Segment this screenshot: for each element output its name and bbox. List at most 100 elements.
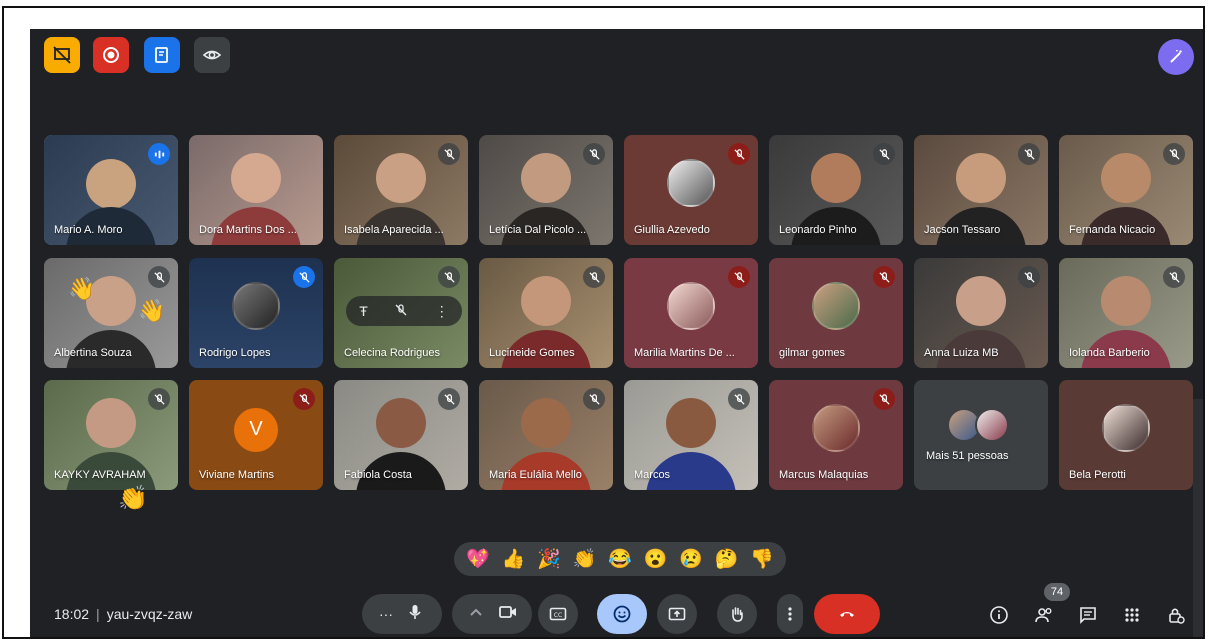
participant-tile[interactable]: Fernanda Nicacio xyxy=(1059,135,1193,245)
chat-icon[interactable] xyxy=(1077,604,1099,626)
reactions-bar: 💖 👍 🎉 👏 😂 😮 😢 🤔 👎 xyxy=(454,542,786,576)
participant-name: Viviane Martins xyxy=(199,469,274,481)
present-icon xyxy=(668,607,686,621)
captions-icon: CC xyxy=(549,607,567,621)
meeting-info: 18:02 | yau-zvqz-zaw xyxy=(54,606,193,622)
more-people-label: Mais 51 pessoas xyxy=(926,450,1009,462)
raised-hand-emoji: 👏 xyxy=(118,485,148,512)
participant-tile[interactable]: Anna Luiza MB xyxy=(914,258,1048,368)
participant-tile[interactable]: Mario A. Moro xyxy=(44,135,178,245)
eye-icon[interactable] xyxy=(194,37,230,73)
scrollbar[interactable] xyxy=(1193,399,1203,637)
people-count-badge: 74 xyxy=(1044,583,1070,601)
participant-tile[interactable]: Jacson Tessaro xyxy=(914,135,1048,245)
participant-name: Lucineide Gomes xyxy=(489,347,575,359)
chevron-up-icon[interactable] xyxy=(466,602,486,627)
participant-name: Leonardo Pinho xyxy=(779,224,857,236)
more-options-button[interactable] xyxy=(777,594,803,634)
participant-tile[interactable]: Ŧ ⋮ Celecina Rodrigues xyxy=(334,258,468,368)
participant-tile[interactable]: Giullia Azevedo xyxy=(624,135,758,245)
reaction-surprised[interactable]: 😮 xyxy=(644,550,668,569)
participant-tile[interactable]: Marcus Malaquias xyxy=(769,380,903,490)
reaction-clap[interactable]: 👏 xyxy=(573,550,597,569)
participant-tile[interactable]: Letícia Dal Picolo ... xyxy=(479,135,613,245)
participant-tile[interactable]: Iolanda Barberio xyxy=(1059,258,1193,368)
mic-off-icon xyxy=(293,266,315,288)
present-button[interactable] xyxy=(657,594,697,634)
people-icon[interactable] xyxy=(1033,604,1055,626)
mic-off-icon xyxy=(873,388,895,410)
leave-call-button[interactable] xyxy=(814,594,880,634)
avatar xyxy=(812,282,860,331)
participant-tile[interactable]: Rodrigo Lopes xyxy=(189,258,323,368)
meeting-time: 18:02 xyxy=(54,606,90,622)
participant-name: Giullia Azevedo xyxy=(634,224,710,236)
more-options-icon[interactable]: ⋮ xyxy=(435,303,449,320)
avatar-stack xyxy=(947,408,1009,442)
speaking-icon xyxy=(148,143,170,165)
mic-off-icon[interactable] xyxy=(394,303,408,320)
participant-tile[interactable]: Maria Eulália Mello xyxy=(479,380,613,490)
participant-tile[interactable]: Dora Martins Dos ... xyxy=(189,135,323,245)
reaction-thinking[interactable]: 🤔 xyxy=(715,550,739,569)
participant-name: Mario A. Moro xyxy=(54,224,123,236)
avatar xyxy=(232,282,280,331)
more-people-tile[interactable]: Mais 51 pessoas xyxy=(914,380,1048,490)
reaction-party[interactable]: 🎉 xyxy=(537,550,561,569)
participant-name: Iolanda Barberio xyxy=(1069,347,1150,359)
mic-off-icon xyxy=(1163,143,1185,165)
participant-tile[interactable]: V Viviane Martins xyxy=(189,380,323,490)
mic-off-icon xyxy=(728,143,750,165)
info-icon[interactable] xyxy=(988,604,1010,626)
mic-off-icon xyxy=(583,266,605,288)
mic-off-icon xyxy=(1163,266,1185,288)
participant-name: Fabiola Costa xyxy=(344,469,412,481)
mic-off-icon xyxy=(1018,266,1040,288)
avatar xyxy=(975,408,1009,442)
no-presentation-icon[interactable] xyxy=(44,37,80,73)
participant-tile[interactable]: gilmar gomes xyxy=(769,258,903,368)
reactions-button[interactable] xyxy=(597,594,647,634)
magic-wand-icon[interactable] xyxy=(1158,39,1194,75)
reaction-sad[interactable]: 😢 xyxy=(679,550,703,569)
participant-tile[interactable]: Isabela Aparecida ... xyxy=(334,135,468,245)
avatar-letter: V xyxy=(234,407,278,452)
host-controls-icon[interactable] xyxy=(1165,604,1187,626)
participant-tile[interactable]: Bela Perotti xyxy=(1059,380,1193,490)
record-icon[interactable] xyxy=(93,37,129,73)
participant-tile[interactable]: KAYKY AVRAHAM xyxy=(44,380,178,490)
mic-off-icon xyxy=(583,143,605,165)
reaction-thumbs-down[interactable]: 👎 xyxy=(750,550,774,569)
mic-off-icon xyxy=(438,266,460,288)
reaction-thumbs-up[interactable]: 👍 xyxy=(501,550,525,569)
participant-name: Isabela Aparecida ... xyxy=(344,224,444,236)
participant-tile[interactable]: Leonardo Pinho xyxy=(769,135,903,245)
pin-icon[interactable]: Ŧ xyxy=(359,303,368,319)
activities-icon[interactable] xyxy=(1121,604,1143,626)
participant-name: Marcus Malaquias xyxy=(779,469,869,481)
captions-button[interactable]: CC xyxy=(538,594,578,634)
hand-icon xyxy=(732,607,743,622)
camera-icon[interactable] xyxy=(498,602,518,627)
mic-off-icon xyxy=(728,388,750,410)
participant-tile[interactable]: Fabiola Costa xyxy=(334,380,468,490)
reaction-heart[interactable]: 💖 xyxy=(466,550,490,569)
avatar xyxy=(812,404,860,453)
participant-tile[interactable]: Lucineide Gomes xyxy=(479,258,613,368)
meeting-code: yau-zvqz-zaw xyxy=(106,606,193,622)
participant-name: Anna Luiza MB xyxy=(924,347,999,359)
tile-hover-controls: Ŧ ⋮ xyxy=(346,296,462,326)
participant-name: Fernanda Nicacio xyxy=(1069,224,1156,236)
participant-tile[interactable]: Marcos xyxy=(624,380,758,490)
more-audio-options-icon[interactable]: ··· xyxy=(379,606,393,622)
meet-window: Mario A. Moro Dora Martins Dos ... Isabe… xyxy=(30,29,1203,637)
mic-off-icon xyxy=(873,266,895,288)
transcript-icon[interactable] xyxy=(144,37,180,73)
mic-off-icon xyxy=(1018,143,1040,165)
raise-hand-button[interactable] xyxy=(717,594,757,634)
reaction-laugh[interactable]: 😂 xyxy=(608,550,632,569)
mic-icon[interactable] xyxy=(405,602,425,627)
mic-control-group: ··· xyxy=(362,594,442,634)
participant-tile[interactable]: Marilia Martins De ... xyxy=(624,258,758,368)
participant-tile[interactable]: 👋 👋 Albertina Souza xyxy=(44,258,178,368)
